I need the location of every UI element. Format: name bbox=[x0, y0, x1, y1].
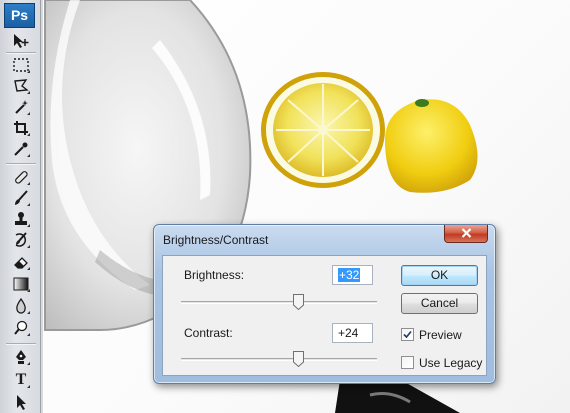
flyout-indicator bbox=[27, 267, 30, 270]
path-selection-tool[interactable] bbox=[10, 392, 32, 412]
clone-stamp-tool[interactable] bbox=[10, 209, 32, 229]
flyout-indicator bbox=[27, 182, 30, 185]
flyout-indicator bbox=[27, 112, 30, 115]
brightness-label: Brightness: bbox=[184, 268, 245, 282]
lasso-tool[interactable] bbox=[10, 76, 32, 96]
dialog-title: Brightness/Contrast bbox=[163, 233, 269, 247]
brightness-input[interactable]: +32 bbox=[332, 265, 373, 285]
gradient-tool[interactable] bbox=[10, 274, 32, 294]
magic-wand-tool[interactable] bbox=[10, 97, 32, 117]
contrast-input[interactable]: +24 bbox=[332, 323, 373, 343]
brightness-slider-thumb[interactable] bbox=[293, 294, 305, 311]
history-brush-tool[interactable] bbox=[10, 230, 32, 250]
marquee-tool[interactable] bbox=[10, 55, 32, 75]
use-legacy-checkbox[interactable] bbox=[401, 356, 414, 369]
pen-tool[interactable] bbox=[10, 347, 32, 367]
flyout-indicator bbox=[27, 133, 30, 136]
blur-tool[interactable] bbox=[10, 296, 32, 316]
type-icon: T bbox=[15, 371, 27, 388]
brightness-value: +32 bbox=[338, 268, 361, 282]
tools-panel: Ps T bbox=[0, 0, 41, 413]
flyout-indicator bbox=[27, 362, 30, 365]
brightness-slider-track[interactable] bbox=[181, 301, 377, 304]
toolbar-separator bbox=[6, 52, 36, 53]
healing-brush-tool[interactable] bbox=[10, 167, 32, 187]
flyout-indicator bbox=[27, 385, 30, 388]
flyout-indicator bbox=[27, 91, 30, 94]
contrast-slider-track[interactable] bbox=[181, 358, 377, 361]
flyout-indicator bbox=[27, 224, 30, 227]
close-button[interactable] bbox=[444, 225, 488, 243]
close-icon bbox=[461, 225, 472, 243]
brightness-contrast-dialog: Brightness/Contrast Brightness: +32 Cont… bbox=[153, 224, 496, 384]
flyout-indicator bbox=[27, 70, 30, 73]
eyedropper-tool[interactable] bbox=[10, 139, 32, 159]
contrast-label: Contrast: bbox=[184, 326, 233, 340]
flyout-indicator bbox=[27, 289, 30, 292]
preview-label: Preview bbox=[419, 328, 462, 342]
flyout-indicator bbox=[27, 154, 30, 157]
eraser-tool[interactable] bbox=[10, 252, 32, 272]
photoshop-logo: Ps bbox=[4, 3, 35, 28]
contrast-value: +24 bbox=[338, 326, 359, 340]
flyout-indicator bbox=[27, 311, 30, 314]
path-selection-icon bbox=[14, 394, 28, 410]
brush-tool[interactable] bbox=[10, 188, 32, 208]
check-icon bbox=[403, 326, 412, 344]
cancel-button[interactable]: Cancel bbox=[401, 293, 478, 314]
dialog-body: Brightness: +32 Contrast: +24 OK Cancel … bbox=[162, 255, 487, 376]
move-tool[interactable] bbox=[10, 31, 32, 51]
toolbar-separator bbox=[6, 343, 36, 344]
crop-tool[interactable] bbox=[10, 118, 32, 138]
flyout-indicator bbox=[27, 203, 30, 206]
type-tool[interactable]: T bbox=[10, 370, 32, 390]
use-legacy-label: Use Legacy bbox=[419, 356, 483, 370]
move-icon bbox=[12, 33, 30, 49]
toolbar-separator bbox=[6, 163, 36, 164]
ok-button[interactable]: OK bbox=[401, 265, 478, 286]
preview-checkbox[interactable] bbox=[401, 328, 414, 341]
contrast-slider-thumb[interactable] bbox=[293, 351, 305, 368]
dodge-tool[interactable] bbox=[10, 318, 32, 338]
flyout-indicator bbox=[27, 245, 30, 248]
flyout-indicator bbox=[27, 333, 30, 336]
